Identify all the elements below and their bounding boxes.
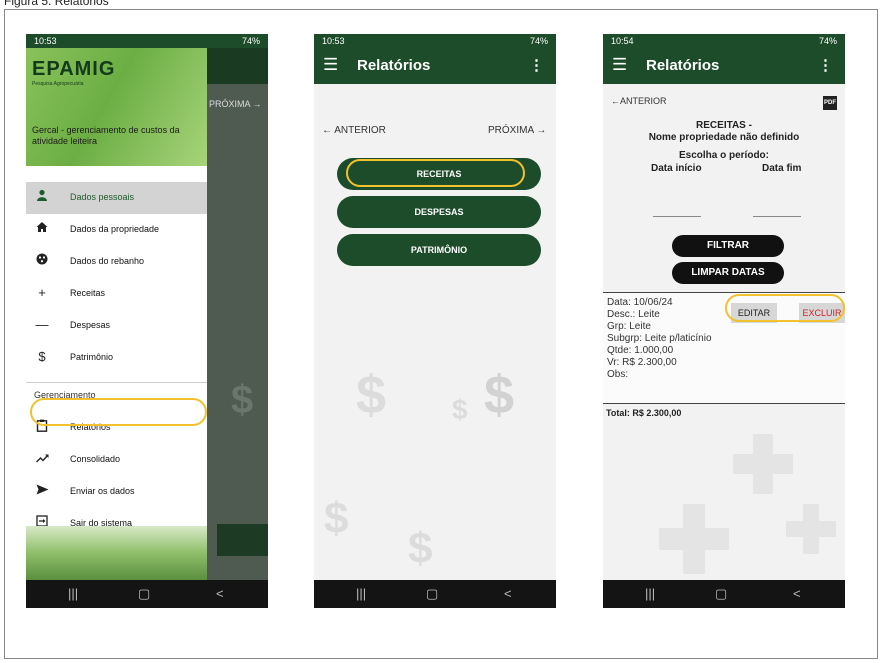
back-button[interactable]: < [216,586,224,601]
arrow-left-icon: ← [611,96,620,106]
figure-caption: Figura 5. Relatórios [4,0,109,8]
report-heading: RECEITAS - [696,120,752,131]
epamig-logo: EPAMIG Pesquisa Agropecuária [32,58,116,87]
person-icon [34,189,50,205]
end-date-label: Data fim [762,163,802,174]
app-bar: ☰ Relatórios ⋮ [603,48,845,84]
despesas-button[interactable]: DESPESAS [337,196,541,228]
back-button[interactable]: < [793,586,801,601]
page-title: Relatórios [646,57,720,74]
page-title: Relatórios [357,57,431,74]
previous-link[interactable]: ← ANTERIOR [322,125,386,136]
start-date-label: Data início [651,163,702,174]
menu-item-patrimonio[interactable]: $ Patrimônio [26,342,207,374]
patrimonio-button[interactable]: PATRIMÔNIO [337,234,541,266]
background-cross [733,454,793,474]
background-cross [786,521,836,537]
system-navbar: ||| ▢ < [314,580,556,608]
phone-screen-receitas: 10:54 74% ☰ Relatórios ⋮ ←ANTERIOR PDF R… [603,34,845,608]
drawer-divider [26,382,207,383]
trend-icon [34,451,50,467]
home-button[interactable]: ▢ [426,586,438,602]
background-cross [659,528,729,550]
menu-item-dados-pessoais[interactable]: Dados pessoais [26,182,207,214]
record-description: Desc.: Leite [607,309,660,320]
background-dollar: $ [408,524,433,573]
hamburger-menu-icon[interactable]: ☰ [323,56,338,74]
minus-icon: — [35,317,49,332]
previous-link[interactable]: ←ANTERIOR [611,96,667,106]
overflow-menu-icon[interactable]: ⋮ [529,56,544,74]
highlight-ring [725,294,845,322]
arrow-left-icon: ← [322,125,332,136]
home-button[interactable]: ▢ [138,586,150,602]
report-subheading: Nome propriedade não definido [648,132,800,143]
background-dollar: $ [484,365,515,425]
plus-icon: + [38,285,46,300]
overflow-menu-icon[interactable]: ⋮ [818,56,833,74]
drawer-footer-image [26,526,207,580]
drawer-header: EPAMIG Pesquisa Agropecuária Gercal - ge… [26,48,207,166]
highlight-ring [30,398,207,426]
menu-item-enviar-dados[interactable]: Enviar os dados [26,476,207,508]
recents-button[interactable]: ||| [645,586,655,601]
status-bar: 10:53 74% [26,34,268,48]
record-date: Data: 10/06/24 [607,297,673,308]
highlight-ring [346,159,525,187]
menu-item-dados-propriedade[interactable]: Dados da propriedade [26,214,207,246]
recents-button[interactable]: ||| [356,586,366,601]
app-bar: ☰ Relatórios ⋮ [314,48,556,84]
record-notes: Obs: [607,369,629,380]
menu-item-consolidado[interactable]: Consolidado [26,444,207,476]
navigation-drawer: EPAMIG Pesquisa Agropecuária Gercal - ge… [26,48,207,580]
send-icon [34,483,50,499]
end-date-input[interactable] [753,216,801,217]
menu-item-dados-rebanho[interactable]: Dados do rebanho [26,246,207,278]
status-bar: 10:54 74% [603,34,845,48]
background-dollar: $ [356,365,387,425]
background-button [217,524,268,556]
background-next-link: PRÓXIMA → [209,99,262,109]
phone-screen-relatorios: $ $ $ $ $ 10:53 74% ☰ Relatórios ⋮ ← ANT… [314,34,556,608]
status-bar: 10:53 74% [314,34,556,48]
hamburger-menu-icon[interactable]: ☰ [612,56,627,74]
system-navbar: ||| ▢ < [26,580,268,608]
phone-screen-menu: PRÓXIMA → $ 10:53 74% EPAMIG Pesquisa Ag… [26,34,268,608]
recents-button[interactable]: ||| [68,586,78,601]
app-description: Gercal - gerenciamento de custos da ativ… [32,125,180,146]
pdf-export-icon[interactable]: PDF [823,96,837,110]
clear-dates-button[interactable]: LIMPAR DATAS [672,262,784,284]
menu-item-receitas[interactable]: + Receitas [26,278,207,310]
home-button[interactable]: ▢ [715,586,727,602]
menu-item-despesas[interactable]: — Despesas [26,310,207,342]
dollar-icon: $ [38,349,46,364]
record-subgroup: Subgrp: Leite p/laticínio [607,333,712,344]
system-navbar: ||| ▢ < [603,580,845,608]
back-button[interactable]: < [504,586,512,601]
record-value: Vr: R$ 2.300,00 [607,357,677,368]
filter-button[interactable]: FILTRAR [672,235,784,257]
background-dollar: $ [324,494,349,543]
start-date-input[interactable] [653,216,701,217]
herd-icon [34,253,50,269]
next-link[interactable]: PRÓXIMA → [488,125,546,136]
home-icon [34,221,50,237]
arrow-right-icon: → [536,125,547,136]
total-value: Total: R$ 2.300,00 [606,408,682,418]
record-group: Grp: Leite [607,321,651,332]
background-dollar: $ [452,394,468,425]
background-screen: PRÓXIMA → $ [207,48,268,594]
period-label: Escolha o período: [678,150,769,161]
record-quantity: Qtde: 1.000,00 [607,345,674,356]
